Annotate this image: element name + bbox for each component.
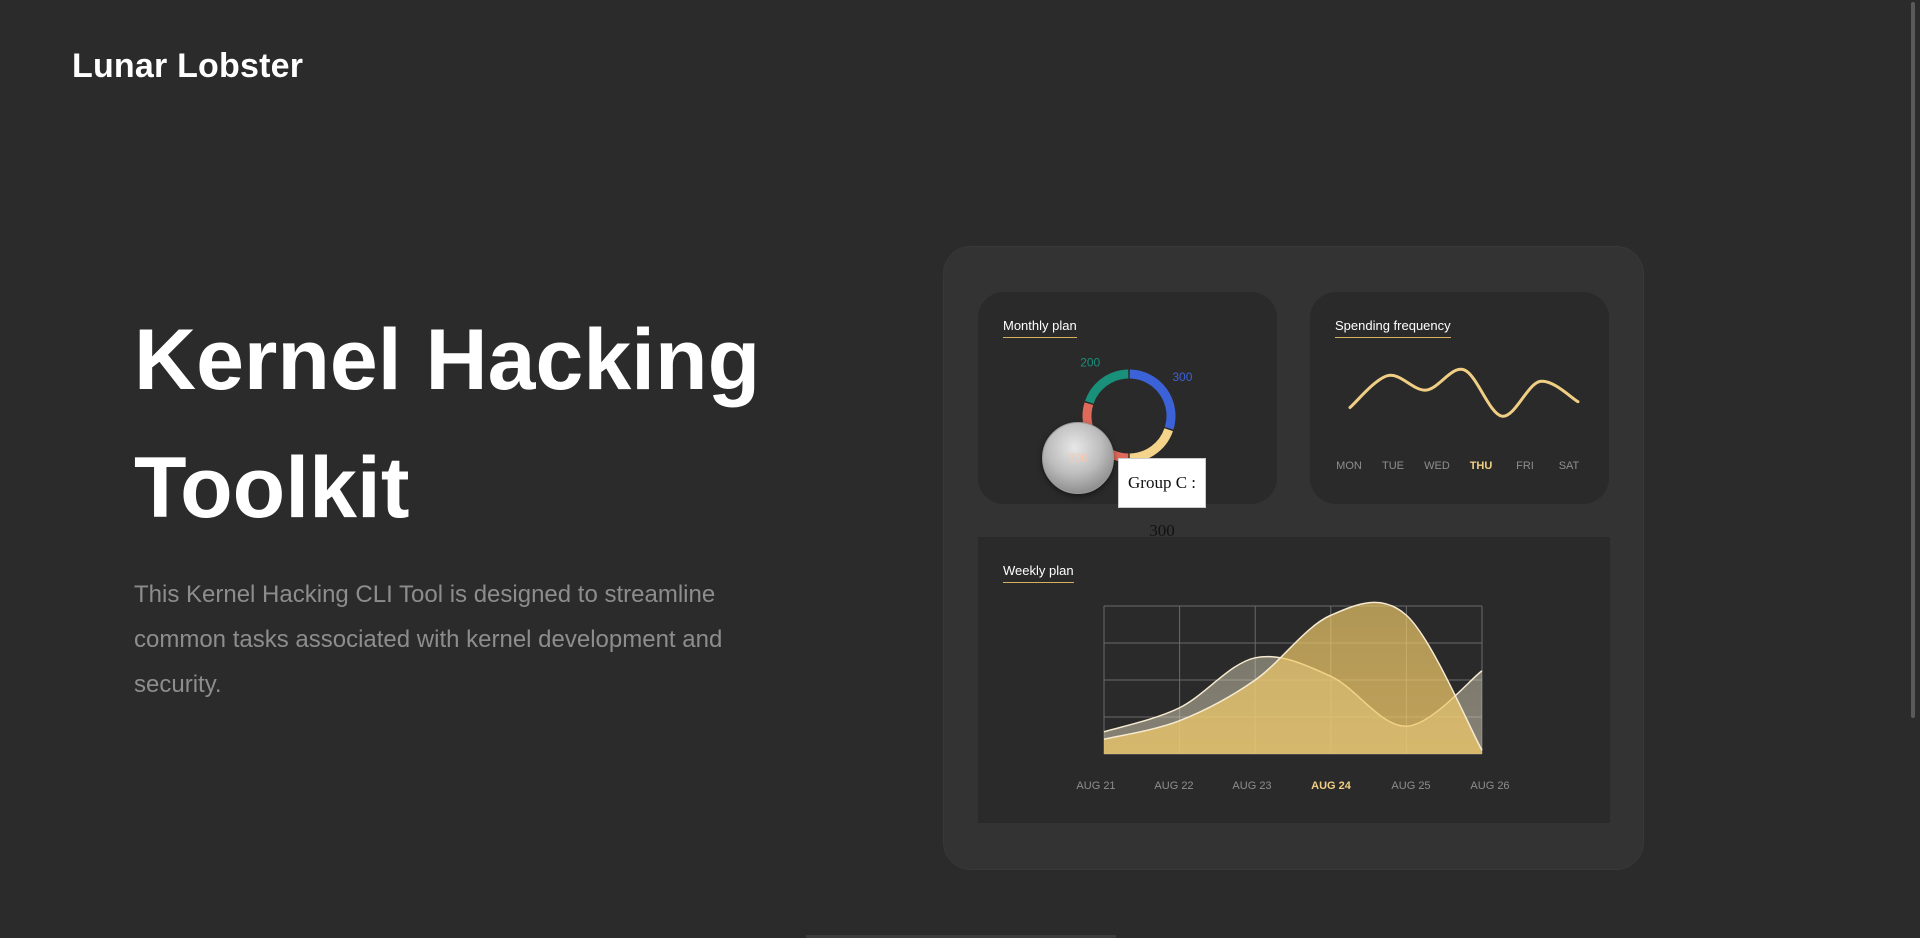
hero-description: This Kernel Hacking CLI Tool is designed… bbox=[134, 581, 723, 698]
donut-slice-label: 200 bbox=[1080, 356, 1100, 370]
date-label: AUG 26 bbox=[1470, 780, 1510, 792]
day-label: FRI bbox=[1516, 460, 1534, 472]
date-label: AUG 22 bbox=[1154, 780, 1194, 792]
donut-slice[interactable] bbox=[1129, 369, 1176, 430]
day-label: SAT bbox=[1558, 460, 1580, 472]
donut-slice[interactable] bbox=[1085, 369, 1129, 405]
date-label: AUG 25 bbox=[1391, 780, 1431, 792]
brand-logo[interactable]: Lunar Lobster bbox=[72, 47, 303, 86]
page-scrollbar[interactable] bbox=[1906, 0, 1920, 938]
dashboard-preview: Monthly plan 300200200 300 Group C : 300… bbox=[943, 246, 1644, 870]
date-label: AUG 21 bbox=[1076, 780, 1116, 792]
day-label-active: THU bbox=[1469, 460, 1493, 472]
scrollbar-thumb[interactable] bbox=[1911, 2, 1915, 718]
weekly-plan-card: Weekly plan AUG 21 AUG 22 AUG 23 AUG 24 … bbox=[978, 537, 1610, 823]
donut-slice[interactable] bbox=[1129, 427, 1173, 463]
donut-slice-label: 300 bbox=[1172, 370, 1192, 384]
date-label-active: AUG 24 bbox=[1311, 780, 1351, 792]
day-label: WED bbox=[1424, 460, 1450, 472]
spending-frequency-card: Spending frequency MON TUE WED THU FRI S… bbox=[1310, 292, 1609, 504]
date-label: AUG 23 bbox=[1232, 780, 1272, 792]
hero-title-line-1: Kernel Hacking bbox=[134, 312, 761, 408]
day-label: TUE bbox=[1382, 460, 1404, 472]
spending-line bbox=[1348, 367, 1580, 418]
hero-title: Kernel Hacking Toolkit bbox=[134, 296, 854, 552]
day-label: MON bbox=[1336, 460, 1362, 472]
area-series-fill bbox=[1104, 602, 1482, 754]
monthly-plan-card: Monthly plan 300200200 300 Group C : 300 bbox=[978, 292, 1277, 540]
hero-title-line-2: Toolkit bbox=[134, 440, 410, 536]
magnifier-lens: 300 bbox=[1042, 422, 1114, 494]
weekday-axis: MON TUE WED THU FRI SAT bbox=[1310, 460, 1609, 476]
magnifier-value: 300 bbox=[1067, 451, 1089, 465]
chart-tooltip: Group C : 300 bbox=[1118, 458, 1206, 540]
date-axis: AUG 21 AUG 22 AUG 23 AUG 24 AUG 25 AUG 2… bbox=[978, 780, 1610, 796]
